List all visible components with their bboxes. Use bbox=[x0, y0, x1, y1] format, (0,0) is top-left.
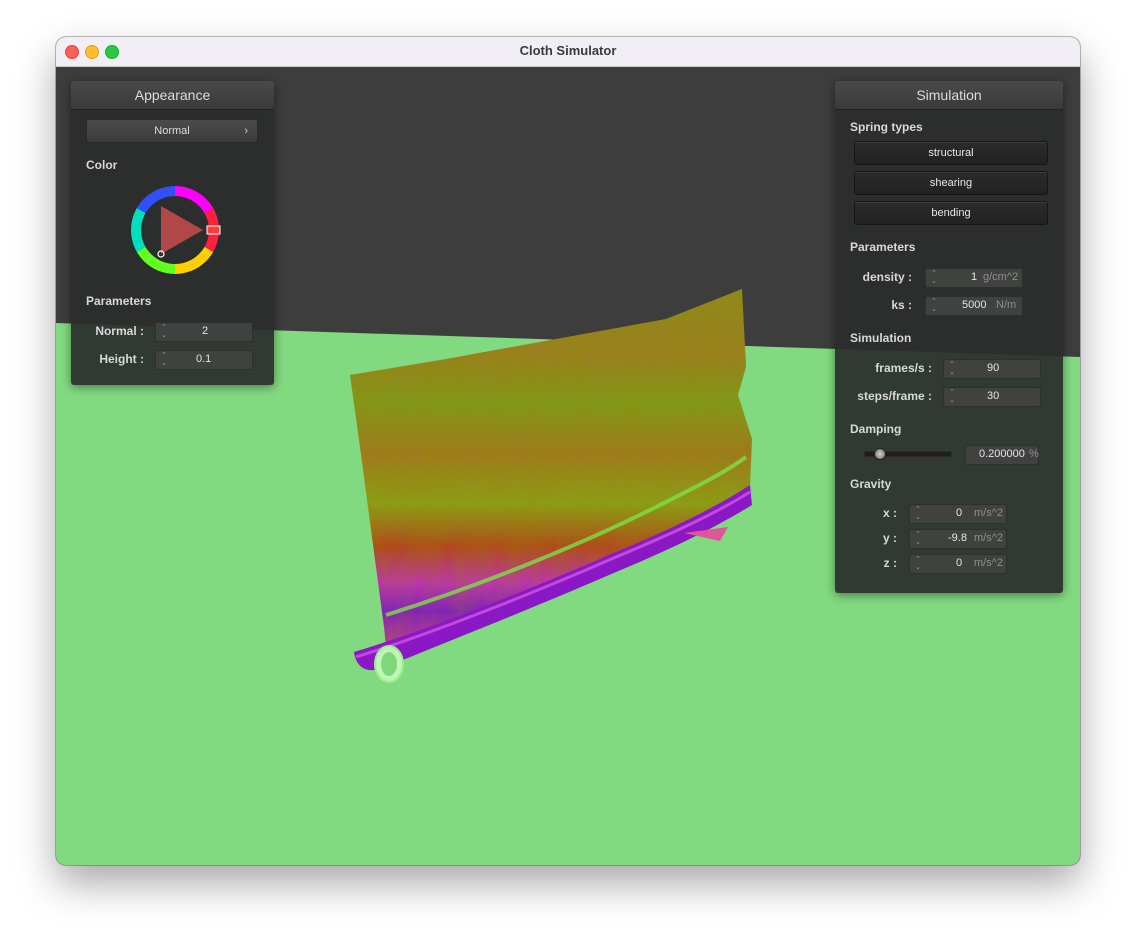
appearance-panel: Appearance Normal › Color Parameters Nor… bbox=[71, 81, 274, 385]
shearing-toggle-button[interactable]: shearing bbox=[854, 171, 1048, 195]
height-label: Height : bbox=[99, 352, 144, 366]
window-title: Cloth Simulator bbox=[519, 43, 617, 58]
shader-select-value: Normal bbox=[154, 125, 190, 137]
simulation-section-label: Simulation bbox=[850, 331, 912, 345]
height-input[interactable]: ⌃ ⌄ 0.1 bbox=[155, 350, 253, 370]
color-wheel[interactable] bbox=[129, 184, 221, 276]
spinner-arrows-icon[interactable]: ⌃ ⌄ bbox=[914, 531, 922, 547]
steps-label: steps/frame : bbox=[857, 389, 932, 403]
gravity-y-input[interactable]: ⌃ ⌄ -9.8 m/s^2 bbox=[909, 529, 1007, 549]
gravity-y-label: y : bbox=[882, 531, 897, 545]
steps-input[interactable]: ⌃ ⌄ 30 bbox=[943, 387, 1041, 407]
bending-toggle-button[interactable]: bending bbox=[854, 201, 1048, 225]
normal-input[interactable]: ⌃ ⌄ 2 bbox=[155, 322, 253, 342]
appearance-panel-header[interactable]: Appearance bbox=[71, 81, 274, 110]
spinner-arrows-icon[interactable]: ⌃ ⌄ bbox=[930, 270, 938, 286]
ks-input[interactable]: ⌃ ⌄ 5000 N/m bbox=[925, 296, 1023, 316]
color-label: Color bbox=[86, 158, 118, 172]
damping-slider[interactable] bbox=[864, 448, 952, 460]
gravity-x-label: x : bbox=[882, 506, 897, 520]
frames-label: frames/s : bbox=[875, 361, 932, 375]
density-input[interactable]: ⌃ ⌄ 1 g/cm^2 bbox=[925, 268, 1023, 288]
shader-select[interactable]: Normal › bbox=[86, 119, 258, 143]
simulation-panel: Simulation Spring types structural shear… bbox=[835, 81, 1063, 593]
gravity-x-input[interactable]: ⌃ ⌄ 0 m/s^2 bbox=[909, 504, 1007, 524]
spinner-arrows-icon[interactable]: ⌃ ⌄ bbox=[160, 324, 168, 340]
simulation-panel-header[interactable]: Simulation bbox=[835, 81, 1063, 110]
spinner-arrows-icon[interactable]: ⌃ ⌄ bbox=[160, 352, 168, 368]
spinner-arrows-icon[interactable]: ⌃ ⌄ bbox=[948, 361, 956, 377]
spinner-arrows-icon[interactable]: ⌃ ⌄ bbox=[914, 556, 922, 572]
damping-slider-knob[interactable] bbox=[874, 448, 886, 460]
gravity-label: Gravity bbox=[850, 477, 892, 491]
chevron-right-icon: › bbox=[244, 125, 248, 137]
color-wheel-icon bbox=[131, 186, 221, 274]
title-bar: Cloth Simulator bbox=[56, 37, 1080, 67]
frames-input[interactable]: ⌃ ⌄ 90 bbox=[943, 359, 1041, 379]
gravity-z-label: z : bbox=[883, 556, 897, 570]
spring-types-label: Spring types bbox=[850, 120, 923, 134]
spinner-arrows-icon[interactable]: ⌃ ⌄ bbox=[914, 506, 922, 522]
ks-label: ks : bbox=[891, 298, 912, 312]
gravity-z-input[interactable]: ⌃ ⌄ 0 m/s^2 bbox=[909, 554, 1007, 574]
sim-parameters-label: Parameters bbox=[850, 240, 916, 254]
damping-input[interactable]: 0.200000 % bbox=[965, 445, 1039, 465]
spinner-arrows-icon[interactable]: ⌃ ⌄ bbox=[930, 298, 938, 314]
normal-label: Normal : bbox=[95, 324, 144, 338]
damping-label: Damping bbox=[850, 422, 902, 436]
appearance-parameters-label: Parameters bbox=[86, 294, 152, 308]
spinner-arrows-icon[interactable]: ⌃ ⌄ bbox=[948, 389, 956, 405]
app-window: Cloth Simulator Appearance Normal › Colo… bbox=[56, 37, 1080, 865]
structural-toggle-button[interactable]: structural bbox=[854, 141, 1048, 165]
density-label: density : bbox=[862, 270, 912, 284]
